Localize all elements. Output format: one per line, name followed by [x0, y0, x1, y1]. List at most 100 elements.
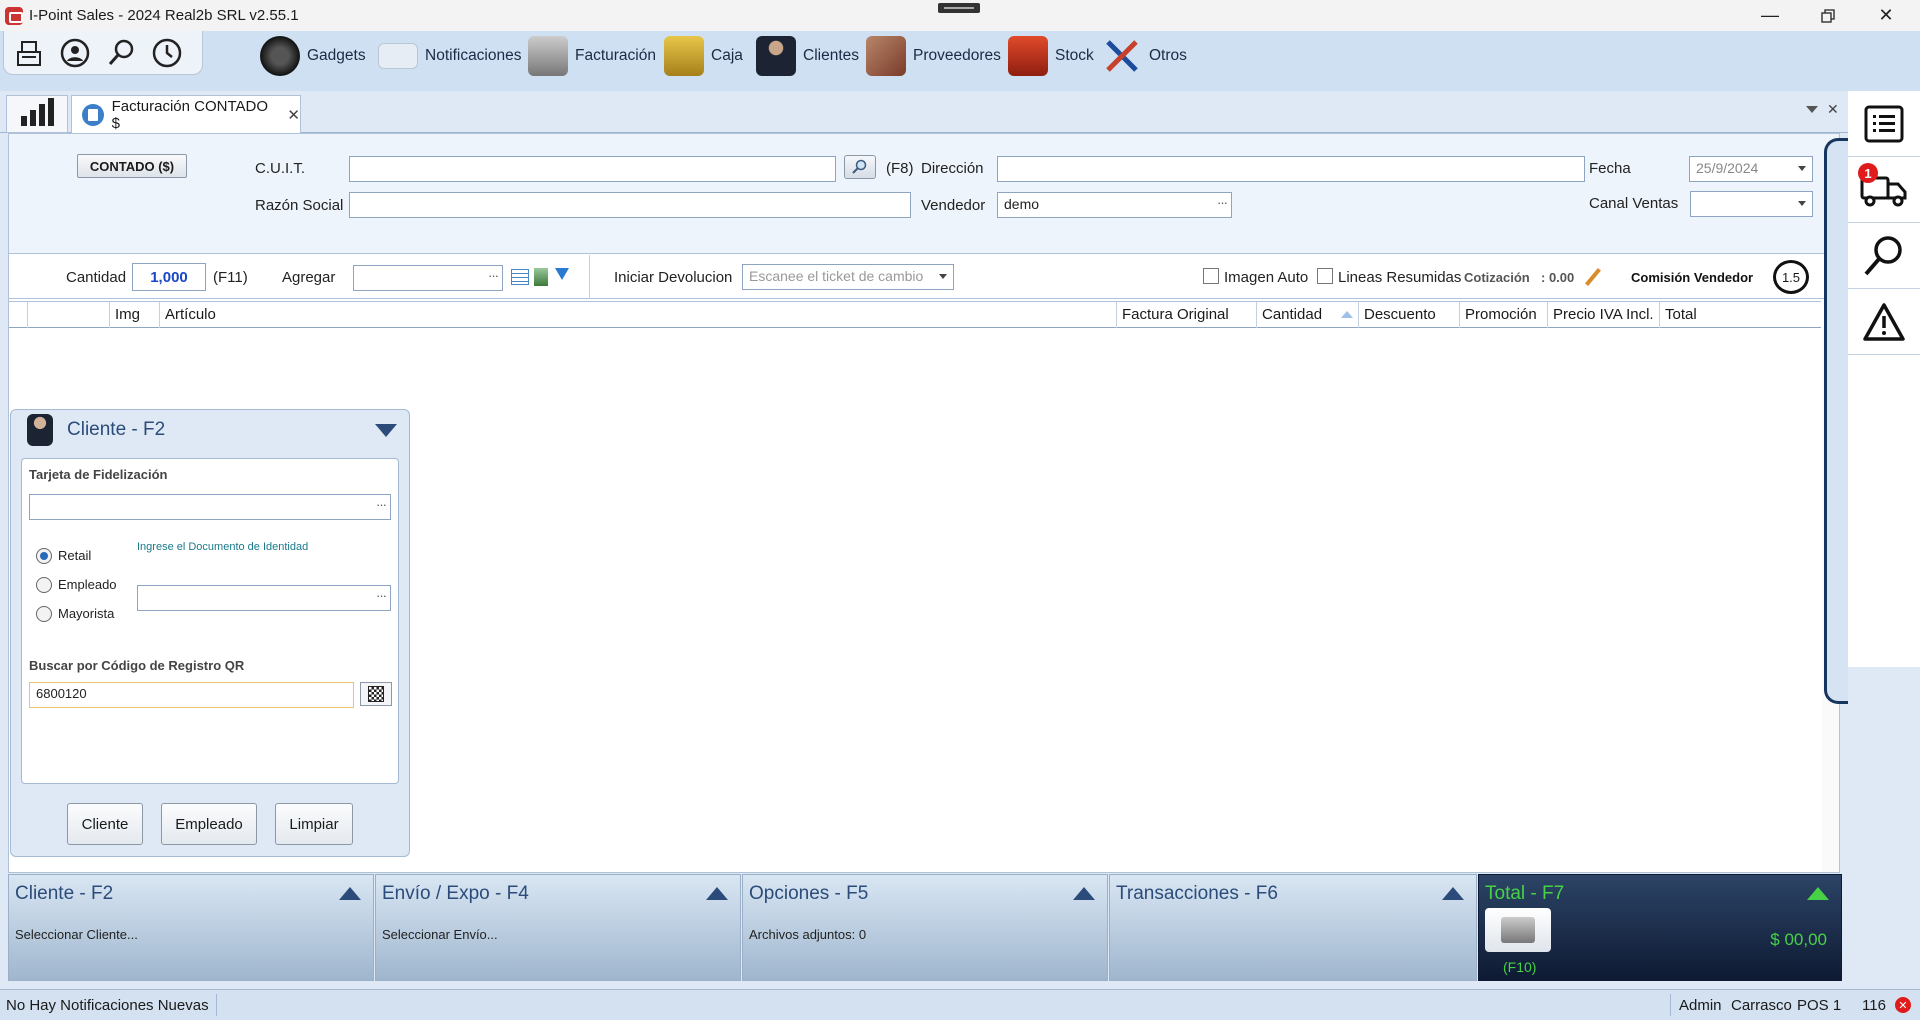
canal-ventas-select[interactable]	[1690, 191, 1813, 217]
user-circle-icon[interactable]	[56, 34, 94, 72]
agregar-input[interactable]: ···	[353, 265, 503, 291]
menu-facturacion[interactable]: Facturación	[528, 31, 656, 81]
tab-facturacion-contado[interactable]: Facturación CONTADO $ ✕	[71, 95, 301, 133]
lineas-resumidas-label: Lineas Resumidas	[1338, 269, 1462, 286]
cuit-search-button[interactable]	[844, 155, 876, 179]
menu-proveedores-label: Proveedores	[913, 47, 1001, 64]
cliente-panel-title: Cliente - F2	[15, 883, 114, 904]
menu-otros[interactable]: Otros	[1102, 31, 1187, 81]
close-window-button[interactable]: ✕	[1857, 0, 1915, 31]
total-panel-f7[interactable]: Total - F7 $ 00,00 (F10)	[1478, 874, 1842, 981]
retail-label: Retail	[58, 548, 92, 563]
direccion-input[interactable]	[997, 156, 1585, 182]
menu-notificaciones[interactable]: Notificaciones	[378, 31, 522, 81]
expand-up-icon[interactable]	[339, 887, 361, 900]
column-factura-original[interactable]: Factura Original	[1116, 302, 1256, 328]
qr-scan-button[interactable]	[360, 682, 392, 706]
column-descuento[interactable]: Descuento	[1358, 302, 1459, 328]
column-select[interactable]	[27, 302, 89, 328]
collapse-icon[interactable]	[375, 424, 397, 437]
dashboard-button[interactable]	[6, 95, 68, 133]
window-drag-handle[interactable]	[938, 3, 980, 13]
cantidad-input[interactable]: 1,000	[132, 263, 206, 291]
restore-button[interactable]	[1799, 0, 1857, 31]
column-articulo[interactable]: Artículo	[159, 302, 1119, 328]
pencil-icon[interactable]	[1585, 268, 1601, 286]
column-cantidad[interactable]: Cantidad	[1256, 302, 1358, 328]
cuit-input[interactable]	[349, 156, 836, 182]
download-icon[interactable]	[555, 268, 569, 286]
grid-add-icon[interactable]	[511, 269, 529, 285]
checkout-button[interactable]	[1485, 908, 1551, 952]
fecha-value: 25/9/2024	[1696, 160, 1759, 176]
location-status: Carrasco	[1731, 997, 1792, 1014]
expand-up-icon[interactable]	[1442, 887, 1464, 900]
menu-stock[interactable]: Stock	[1008, 31, 1094, 81]
envio-panel-f4[interactable]: Envío / Expo - F4 Seleccionar Envío...	[375, 874, 741, 981]
list-icon	[1864, 105, 1904, 142]
empleado-radio[interactable]	[36, 577, 52, 593]
vendedor-input[interactable]: demo ···	[997, 192, 1232, 218]
expand-up-icon[interactable]	[1807, 887, 1829, 900]
search-button[interactable]	[1848, 223, 1920, 289]
chevron-down-icon	[1798, 166, 1806, 171]
expand-up-icon[interactable]	[706, 887, 728, 900]
ellipsis-icon[interactable]: ···	[376, 497, 387, 512]
documento-input[interactable]: ···	[137, 585, 391, 611]
mayorista-radio[interactable]	[36, 606, 52, 622]
expand-up-icon[interactable]	[1073, 887, 1095, 900]
menu-clientes[interactable]: Clientes	[756, 31, 859, 81]
menu-proveedores[interactable]: Proveedores	[866, 31, 1001, 81]
tab-list-dropdown-icon[interactable]	[1806, 106, 1818, 113]
f11-hint: (F11)	[213, 269, 248, 286]
clock-icon[interactable]	[148, 34, 186, 72]
error-icon[interactable]: ✕	[1895, 997, 1911, 1013]
column-promocion[interactable]: Promoción	[1459, 302, 1547, 328]
column-img[interactable]: Img	[109, 302, 159, 328]
notification-badge: 1	[1858, 163, 1878, 183]
search-icon[interactable]	[102, 34, 140, 72]
limpiar-button[interactable]: Limpiar	[275, 803, 353, 845]
retail-radio[interactable]	[36, 548, 52, 564]
empleado-button[interactable]: Empleado	[161, 803, 257, 845]
tab-close-icon[interactable]: ✕	[287, 106, 300, 124]
cliente-button[interactable]: Cliente	[67, 803, 143, 845]
chevron-down-icon	[1798, 201, 1806, 206]
lineas-resumidas-checkbox[interactable]	[1317, 268, 1333, 284]
tab-label: Facturación CONTADO $	[111, 97, 269, 132]
delivery-button[interactable]: 1	[1848, 157, 1920, 223]
ellipsis-icon[interactable]: ···	[376, 588, 387, 603]
fecha-date-picker[interactable]: 25/9/2024	[1689, 156, 1813, 182]
ellipsis-icon[interactable]: ···	[1217, 195, 1228, 210]
import-icon[interactable]	[534, 268, 548, 286]
devolucion-ticket-select[interactable]: Escanee el ticket de cambio	[742, 264, 954, 290]
customer-header-panel: CONTADO ($) C.U.I.T. (F8) Dirección Fech…	[9, 134, 1839, 254]
register-icon[interactable]	[10, 34, 48, 72]
minimize-button[interactable]: —	[1741, 0, 1799, 31]
divider	[216, 994, 217, 1016]
list-view-button[interactable]	[1848, 91, 1920, 157]
quick-access-toolbar	[3, 31, 203, 75]
opciones-panel-f5[interactable]: Opciones - F5 Archivos adjuntos: 0	[742, 874, 1108, 981]
fidelizacion-input[interactable]: ···	[29, 494, 391, 520]
menu-caja[interactable]: Caja	[664, 31, 743, 81]
person-icon	[27, 414, 53, 446]
warnings-button[interactable]	[1848, 289, 1920, 355]
right-tool-strip: 1	[1848, 91, 1920, 989]
contado-button[interactable]: CONTADO ($)	[77, 154, 187, 178]
column-total[interactable]: Total	[1659, 302, 1821, 328]
close-all-tabs-icon[interactable]: ✕	[1827, 101, 1839, 118]
column-precio-iva[interactable]: Precio IVA Incl.	[1547, 302, 1659, 328]
cliente-panel-f2[interactable]: Cliente - F2 Seleccionar Cliente...	[8, 874, 374, 981]
title-bar: I-Point Sales - 2024 Real2b SRL v2.55.1 …	[0, 0, 1920, 31]
notifications-status[interactable]: No Hay Notificaciones Nuevas	[6, 997, 209, 1014]
iniciar-devolucion-label: Iniciar Devolucion	[614, 269, 733, 286]
qr-code-input[interactable]: 6800120	[29, 682, 354, 708]
imagen-auto-checkbox[interactable]	[1203, 268, 1219, 284]
transacciones-panel-f6[interactable]: Transacciones - F6	[1109, 874, 1477, 981]
ellipsis-icon[interactable]: ···	[488, 268, 499, 283]
vendedor-label: Vendedor	[921, 197, 986, 214]
razon-social-input[interactable]	[349, 192, 911, 218]
direccion-label: Dirección	[921, 160, 984, 177]
menu-gadgets[interactable]: Gadgets	[260, 31, 366, 81]
